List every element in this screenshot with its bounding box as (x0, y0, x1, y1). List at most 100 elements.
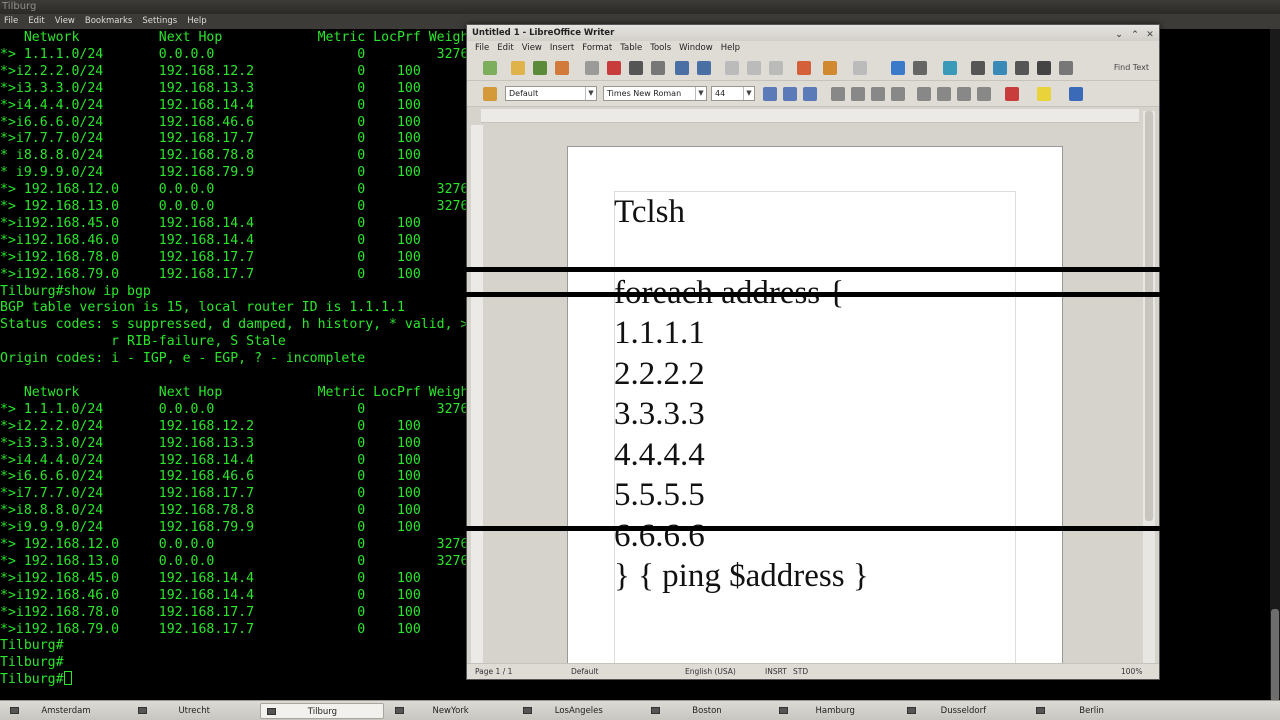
taskbar-item-newyork[interactable]: NewYork (389, 703, 513, 719)
document-line[interactable]: Tclsh (614, 192, 685, 232)
terminal-menu-view[interactable]: View (55, 14, 75, 29)
terminal-line: r RIB-failure, S Stale (0, 334, 286, 350)
paragraph-style-select[interactable]: Default ▼ (505, 86, 597, 101)
taskbar-item-dusseldorf[interactable]: Dusseldorf (901, 703, 1025, 719)
numbering-icon[interactable] (917, 87, 931, 101)
redo-icon[interactable] (853, 61, 867, 75)
find-replace-icon[interactable] (971, 61, 985, 75)
autocheck-icon[interactable] (697, 61, 711, 75)
open-folder-icon[interactable] (511, 61, 525, 75)
document-scrollbar[interactable] (1143, 111, 1155, 667)
writer-menu-view[interactable]: View (522, 41, 542, 55)
taskbar-item-tilburg[interactable]: Tilburg (260, 703, 385, 719)
document-line[interactable]: } { ping $address } (614, 556, 869, 596)
terminal-line: *> 192.168.12.0 0.0.0.0 0 32768 (0, 182, 477, 198)
zoom-icon[interactable] (1059, 61, 1073, 75)
writer-menu-edit[interactable]: Edit (497, 41, 513, 55)
writer-window[interactable]: Untitled 1 - LibreOffice Writer ⌄ ⌃ ✕ Fi… (466, 24, 1160, 680)
terminal-titlebar: Tilburg (0, 0, 1280, 14)
writer-title: Untitled 1 - LibreOffice Writer (472, 28, 615, 38)
chevron-down-icon[interactable]: ▼ (585, 87, 596, 100)
italic-icon[interactable] (783, 87, 797, 101)
table-icon[interactable] (913, 61, 927, 75)
font-name-value: Times New Roman (607, 89, 682, 98)
decrease-indent-icon[interactable] (957, 87, 971, 101)
edit-file-icon[interactable] (585, 61, 599, 75)
taskbar-item-utrecht[interactable]: Utrecht (132, 703, 256, 719)
bold-icon[interactable] (763, 87, 777, 101)
document-line[interactable]: 2.2.2.2 (614, 354, 705, 394)
writer-menu-tools[interactable]: Tools (650, 41, 671, 55)
terminal-scrollbar[interactable] (1270, 29, 1280, 719)
chart-icon[interactable] (943, 61, 957, 75)
terminal-menu-bookmarks[interactable]: Bookmarks (85, 14, 133, 29)
terminal-menu-settings[interactable]: Settings (142, 14, 177, 29)
terminal-line: * i9.9.9.0/24 192.168.79.9 0 100 0 (0, 165, 477, 181)
taskbar-item-hamburg[interactable]: Hamburg (773, 703, 897, 719)
terminal-menu-help[interactable]: Help (187, 14, 206, 29)
hyperlink-icon[interactable] (891, 61, 905, 75)
taskbar-item-amsterdam[interactable]: Amsterdam (4, 703, 128, 719)
clone-formatting-icon[interactable] (797, 61, 811, 75)
document-page[interactable]: Tclsh foreach address { 1.1.1.1 2.2.2.2 … (567, 146, 1063, 664)
status-selection-mode[interactable]: STD (793, 664, 808, 680)
terminal-menu-edit[interactable]: Edit (28, 14, 44, 29)
increase-indent-icon[interactable] (977, 87, 991, 101)
paste-icon[interactable] (769, 61, 783, 75)
cut-icon[interactable] (725, 61, 739, 75)
vertical-ruler[interactable] (471, 125, 483, 665)
document-canvas[interactable]: Tclsh foreach address { 1.1.1.1 2.2.2.2 … (483, 124, 1139, 664)
status-zoom[interactable]: 100% (1121, 664, 1142, 680)
writer-menu-table[interactable]: Table (620, 41, 642, 55)
export-pdf-icon[interactable] (607, 61, 621, 75)
find-text-field[interactable]: Find Text (1114, 63, 1149, 72)
highlight-icon[interactable] (1037, 87, 1051, 101)
chevron-down-icon[interactable]: ▼ (743, 87, 754, 100)
taskbar-item-label: Utrecht (178, 706, 210, 716)
document-line[interactable]: 3.3.3.3 (614, 394, 705, 434)
font-name-select[interactable]: Times New Roman ▼ (603, 86, 707, 101)
writer-menu-help[interactable]: Help (721, 41, 740, 55)
taskbar-item-boston[interactable]: Boston (645, 703, 769, 719)
underline-icon[interactable] (803, 87, 817, 101)
terminal-line: *>i192.168.45.0 192.168.14.4 0 100 0 (0, 215, 477, 231)
styles-icon[interactable] (483, 87, 497, 101)
bullets-icon[interactable] (937, 87, 951, 101)
email-icon[interactable] (555, 61, 569, 75)
document-line[interactable]: 1.1.1.1 (614, 313, 705, 353)
status-language[interactable]: English (USA) (685, 664, 736, 680)
writer-menu-format[interactable]: Format (582, 41, 612, 55)
copy-icon[interactable] (747, 61, 761, 75)
new-document-icon[interactable] (483, 61, 497, 75)
status-insert-mode[interactable]: INSRT (765, 664, 787, 680)
document-line[interactable]: 6.6.6.6 (614, 516, 705, 556)
navigator-icon[interactable] (993, 61, 1007, 75)
align-right-icon[interactable] (871, 87, 885, 101)
gallery-icon[interactable] (1015, 61, 1029, 75)
align-center-icon[interactable] (851, 87, 865, 101)
background-color-icon[interactable] (1069, 87, 1083, 101)
terminal-menu-file[interactable]: File (4, 14, 18, 29)
taskbar-item-losangeles[interactable]: LosAngeles (517, 703, 641, 719)
save-icon[interactable] (533, 61, 547, 75)
taskbar-item-label: Boston (692, 706, 722, 716)
font-size-select[interactable]: 44 ▼ (711, 86, 755, 101)
chevron-down-icon[interactable]: ▼ (695, 87, 706, 100)
writer-menu-insert[interactable]: Insert (550, 41, 574, 55)
document-line[interactable]: 5.5.5.5 (614, 475, 705, 515)
undo-icon[interactable] (823, 61, 837, 75)
justify-icon[interactable] (891, 87, 905, 101)
writer-menu-file[interactable]: File (475, 41, 489, 55)
terminal-line: *> 1.1.1.0/24 0.0.0.0 0 32768 (0, 46, 477, 62)
align-left-icon[interactable] (831, 87, 845, 101)
writer-menu-window[interactable]: Window (679, 41, 713, 55)
spellcheck-icon[interactable] (675, 61, 689, 75)
font-color-icon[interactable] (1005, 87, 1019, 101)
document-line[interactable]: 4.4.4.4 (614, 435, 705, 475)
document-scrollbar-thumb[interactable] (1145, 111, 1153, 521)
horizontal-ruler[interactable] (481, 109, 1139, 123)
print-preview-icon[interactable] (651, 61, 665, 75)
taskbar-item-berlin[interactable]: Berlin (1030, 703, 1154, 719)
print-icon[interactable] (629, 61, 643, 75)
pilcrow-icon[interactable] (1037, 61, 1051, 75)
